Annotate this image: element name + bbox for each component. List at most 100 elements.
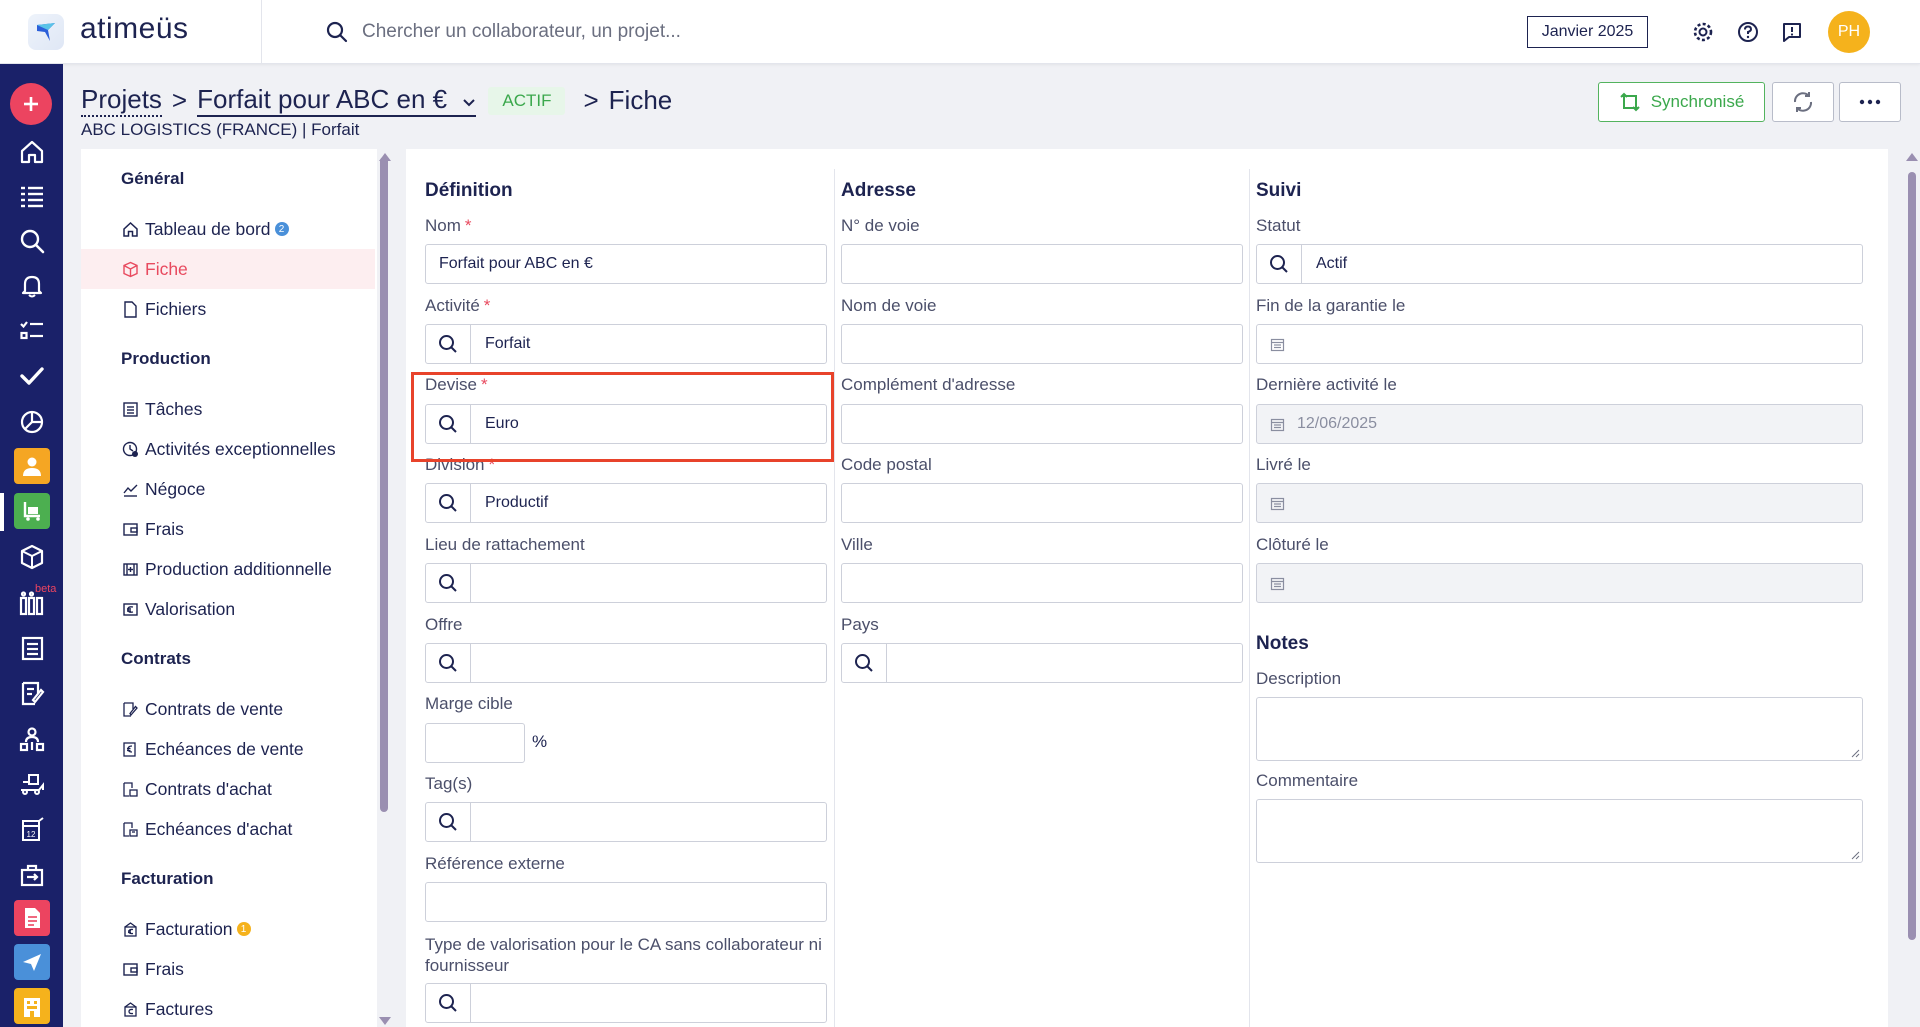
app-logo[interactable]: [28, 14, 64, 50]
sidebar-item-tasks[interactable]: Tâches: [81, 389, 375, 429]
hotel-icon[interactable]: [14, 988, 50, 1024]
activite-field[interactable]: Forfait: [425, 324, 827, 364]
sidebar-item-sales-contracts[interactable]: Contrats de vente: [81, 689, 375, 729]
check-icon[interactable]: [11, 357, 53, 395]
sidebar-item-files[interactable]: Fichiers: [81, 289, 375, 329]
contract-icon[interactable]: [11, 674, 53, 712]
refresh-button[interactable]: [1772, 82, 1834, 122]
search-icon[interactable]: [426, 564, 471, 602]
cp-field[interactable]: [841, 483, 1243, 523]
breadcrumb-project-selector[interactable]: Forfait pour ABC en €: [197, 84, 477, 117]
invoices-icon: [121, 1000, 139, 1018]
search-icon[interactable]: [426, 484, 471, 522]
sidebar-item-exceptional-activities[interactable]: Activités exceptionnelles: [81, 429, 375, 469]
user-avatar[interactable]: PH: [1828, 11, 1870, 53]
garantie-label: Fin de la garantie le: [1256, 296, 1406, 315]
nom-label: Nom *: [425, 216, 472, 235]
marge-label: Marge cible: [425, 694, 513, 713]
sidebar-item-billing[interactable]: Facturation 1: [81, 909, 375, 949]
sidebar-item-billing-expenses[interactable]: Frais: [81, 949, 375, 989]
sidebar-item-invoices[interactable]: Factures: [81, 989, 375, 1027]
nom-field[interactable]: Forfait pour ABC en €: [425, 244, 827, 284]
sidebar-scrollbar[interactable]: [380, 157, 388, 812]
livre-label: Livré le: [1256, 455, 1311, 474]
document-icon[interactable]: [11, 629, 53, 667]
sidebar-scroll-down[interactable]: [379, 1017, 391, 1025]
ville-field[interactable]: [841, 563, 1243, 603]
pays-field[interactable]: [841, 643, 1243, 683]
sidebar-item-trade[interactable]: Négoce: [81, 469, 375, 509]
rail-search-icon[interactable]: [11, 222, 53, 260]
percent-unit: %: [532, 732, 548, 751]
sidebar-item-additional-production[interactable]: Production additionnelle: [81, 549, 375, 589]
sidebar-item-valuation[interactable]: Valorisation: [81, 589, 375, 629]
resize-handle-icon[interactable]: [1850, 748, 1860, 758]
period-selector[interactable]: Janvier 2025: [1527, 16, 1648, 48]
purchase-contract-icon: [121, 780, 139, 798]
nom-voie-field[interactable]: [841, 324, 1243, 364]
calendar-icon[interactable]: [1257, 325, 1297, 363]
create-plus-icon[interactable]: [10, 83, 52, 125]
nom-value: Forfait pour ABC en €: [439, 255, 593, 272]
plane-icon[interactable]: [14, 944, 50, 980]
chart-icon[interactable]: [11, 402, 53, 440]
lieu-label: Lieu de rattachement: [425, 535, 585, 554]
rail-active-indicator: [0, 493, 4, 531]
offre-field[interactable]: [425, 643, 827, 683]
search-icon[interactable]: [426, 803, 471, 841]
global-search-input[interactable]: [362, 16, 1262, 48]
sidebar-item-fiche[interactable]: Fiche: [81, 249, 375, 289]
sidebar-item-label: Frais: [145, 518, 184, 539]
help-icon[interactable]: [1736, 20, 1760, 44]
list-icon[interactable]: [11, 177, 53, 215]
statut-value: Actif: [1316, 255, 1348, 272]
feedback-icon[interactable]: [1780, 20, 1804, 44]
invoice-icon[interactable]: [14, 900, 50, 936]
sidebar-item-label: Echéances d'achat: [145, 818, 293, 839]
search-icon[interactable]: [426, 984, 471, 1022]
truck-icon[interactable]: [11, 765, 53, 803]
sidebar-item-label: Facturation: [145, 918, 233, 939]
briefcase-icon[interactable]: [11, 856, 53, 894]
sidebar-item-purchase-contracts[interactable]: Contrats d'achat: [81, 769, 375, 809]
garantie-date-field[interactable]: [1256, 324, 1863, 364]
search-icon[interactable]: [426, 325, 471, 363]
lieu-field[interactable]: [425, 563, 827, 603]
checklist-icon[interactable]: [11, 312, 53, 350]
sidebar-item-expenses[interactable]: Frais: [81, 509, 375, 549]
settings-gear-icon[interactable]: [1691, 20, 1715, 44]
division-field[interactable]: Productif: [425, 483, 827, 523]
sync-button[interactable]: Synchronisé: [1598, 82, 1765, 122]
ref-field[interactable]: [425, 882, 827, 922]
complement-field[interactable]: [841, 404, 1243, 444]
breadcrumb-projects-link[interactable]: Projets: [81, 84, 162, 117]
numero-field[interactable]: [841, 244, 1243, 284]
cart-icon[interactable]: [14, 493, 50, 529]
search-icon[interactable]: [1257, 245, 1302, 283]
person-icon[interactable]: [14, 448, 50, 484]
statut-field[interactable]: Actif: [1256, 244, 1863, 284]
description-textarea[interactable]: [1256, 697, 1863, 761]
sidebar-item-label: Frais: [145, 958, 184, 979]
more-options-button[interactable]: [1839, 82, 1901, 122]
numero-label: N° de voie: [841, 216, 920, 235]
org-icon[interactable]: [11, 720, 53, 758]
resize-handle-icon[interactable]: [1850, 850, 1860, 860]
sidebar-item-sales-due[interactable]: Echéances de vente: [81, 729, 375, 769]
search-icon[interactable]: [842, 644, 887, 682]
box-icon[interactable]: [11, 538, 53, 576]
marge-input[interactable]: [425, 723, 525, 763]
type-val-field[interactable]: [425, 983, 827, 1023]
main-scrollbar[interactable]: [1908, 172, 1916, 940]
search-icon[interactable]: [326, 21, 348, 43]
home-icon[interactable]: [11, 133, 53, 171]
calendar-icon[interactable]: 12: [11, 810, 53, 848]
main-scroll-up[interactable]: [1906, 153, 1918, 161]
commentaire-textarea[interactable]: [1256, 799, 1863, 863]
sidebar-item-purchase-due[interactable]: Echéances d'achat: [81, 809, 375, 849]
sidebar-item-dashboard[interactable]: Tableau de bord 2: [81, 209, 375, 249]
bell-icon[interactable]: [11, 267, 53, 305]
tags-field[interactable]: [425, 802, 827, 842]
search-icon[interactable]: [426, 644, 471, 682]
complement-label: Complément d'adresse: [841, 375, 1016, 394]
